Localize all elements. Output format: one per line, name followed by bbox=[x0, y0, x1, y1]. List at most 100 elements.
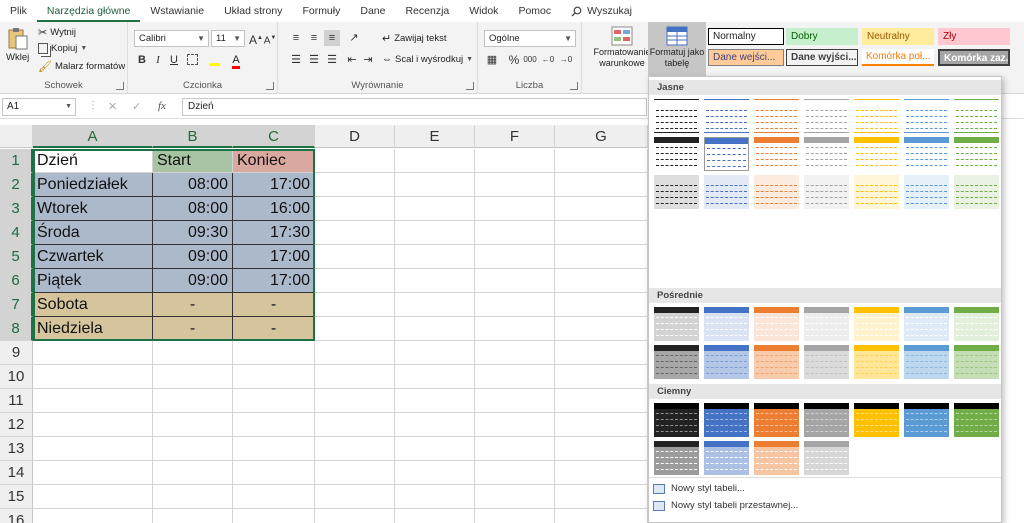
align-right-icon[interactable]: ☰ bbox=[324, 52, 340, 68]
increase-decimal-icon[interactable]: ←0 bbox=[540, 52, 556, 68]
cell-d12[interactable] bbox=[315, 413, 395, 437]
cell-e11[interactable] bbox=[395, 389, 475, 413]
shrink-font-icon[interactable]: A▼ bbox=[262, 30, 278, 46]
cell-f1[interactable] bbox=[475, 149, 555, 173]
row-header-14[interactable]: 14 bbox=[0, 461, 33, 485]
row-header-1[interactable]: 1 bbox=[0, 149, 33, 173]
table-style-dark-7-1[interactable] bbox=[654, 441, 699, 475]
cell-c5[interactable]: 17:00 bbox=[233, 245, 315, 269]
increase-indent-icon[interactable]: ⇥ bbox=[360, 52, 376, 68]
cell-c8[interactable]: - bbox=[233, 317, 315, 341]
cell-e15[interactable] bbox=[395, 485, 475, 509]
cell-g8[interactable] bbox=[555, 317, 648, 341]
cell-g13[interactable] bbox=[555, 437, 648, 461]
cut-button[interactable]: ✂ Wytnij bbox=[38, 26, 76, 39]
table-style-dark-6-7[interactable] bbox=[954, 403, 999, 437]
table-style-light-3-3[interactable] bbox=[754, 175, 799, 209]
cell-d10[interactable] bbox=[315, 365, 395, 389]
formula-input[interactable]: Dzień bbox=[182, 98, 647, 116]
row-header-13[interactable]: 13 bbox=[0, 437, 33, 461]
cell-a16[interactable] bbox=[33, 509, 153, 523]
table-style-light-1-1[interactable] bbox=[654, 99, 699, 133]
cell-d5[interactable] bbox=[315, 245, 395, 269]
cell-style-bad[interactable]: Zły bbox=[938, 28, 1010, 45]
name-box[interactable]: A1 ▼ bbox=[2, 98, 76, 116]
table-style-light-2-4[interactable] bbox=[804, 137, 849, 171]
cell-e7[interactable] bbox=[395, 293, 475, 317]
tab-page-layout[interactable]: Układ strony bbox=[214, 0, 292, 22]
table-style-dark-6-6[interactable] bbox=[904, 403, 949, 437]
cancel-icon[interactable]: ✕ bbox=[108, 100, 117, 113]
cell-f14[interactable] bbox=[475, 461, 555, 485]
insert-function-icon[interactable]: fx bbox=[158, 100, 166, 112]
column-header-d[interactable]: D bbox=[315, 125, 395, 148]
table-style-medium-5-4[interactable] bbox=[804, 345, 849, 379]
cell-f15[interactable] bbox=[475, 485, 555, 509]
cell-g4[interactable] bbox=[555, 221, 648, 245]
tab-view[interactable]: Widok bbox=[459, 0, 508, 22]
number-format-combo[interactable]: Ogólne ▼ bbox=[484, 30, 576, 47]
cell-c15[interactable] bbox=[233, 485, 315, 509]
cell-a7[interactable]: Sobota bbox=[33, 293, 153, 317]
search-box[interactable]: Wyszukaj bbox=[561, 5, 642, 17]
table-style-medium-4-1[interactable] bbox=[654, 307, 699, 341]
table-style-medium-4-2[interactable] bbox=[704, 307, 749, 341]
cell-d1[interactable] bbox=[315, 149, 395, 173]
cell-a11[interactable] bbox=[33, 389, 153, 413]
enter-icon[interactable]: ✓ bbox=[132, 100, 141, 113]
align-top-icon[interactable]: ≡ bbox=[288, 30, 304, 46]
cell-e16[interactable] bbox=[395, 509, 475, 523]
cell-style-neutral[interactable]: Neutralny bbox=[862, 28, 934, 45]
table-style-light-2-7[interactable] bbox=[954, 137, 999, 171]
cell-c4[interactable]: 17:30 bbox=[233, 221, 315, 245]
cell-b8[interactable]: - bbox=[153, 317, 233, 341]
cell-f5[interactable] bbox=[475, 245, 555, 269]
cell-e10[interactable] bbox=[395, 365, 475, 389]
cell-e5[interactable] bbox=[395, 245, 475, 269]
cell-e9[interactable] bbox=[395, 341, 475, 365]
cell-e1[interactable] bbox=[395, 149, 475, 173]
wrap-text-button[interactable]: ↵ Zawijaj tekst bbox=[382, 32, 446, 45]
align-bottom-icon[interactable]: ≡ bbox=[324, 30, 340, 46]
percent-button[interactable]: % bbox=[506, 52, 522, 68]
table-style-light-1-5[interactable] bbox=[854, 99, 899, 133]
number-launcher-icon[interactable] bbox=[570, 82, 578, 90]
cell-d3[interactable] bbox=[315, 197, 395, 221]
cell-a4[interactable]: Środa bbox=[33, 221, 153, 245]
table-style-light-3-6[interactable] bbox=[904, 175, 949, 209]
cell-c6[interactable]: 17:00 bbox=[233, 269, 315, 293]
row-header-12[interactable]: 12 bbox=[0, 413, 33, 437]
table-style-light-2-3[interactable] bbox=[754, 137, 799, 171]
cell-e14[interactable] bbox=[395, 461, 475, 485]
cell-b6[interactable]: 09:00 bbox=[153, 269, 233, 293]
decrease-indent-icon[interactable]: ⇤ bbox=[344, 52, 360, 68]
cell-f2[interactable] bbox=[475, 173, 555, 197]
cell-b7[interactable]: - bbox=[153, 293, 233, 317]
cell-b14[interactable] bbox=[153, 461, 233, 485]
tab-insert[interactable]: Wstawianie bbox=[140, 0, 214, 22]
cell-d11[interactable] bbox=[315, 389, 395, 413]
cell-a10[interactable] bbox=[33, 365, 153, 389]
table-style-light-1-3[interactable] bbox=[754, 99, 799, 133]
cell-g5[interactable] bbox=[555, 245, 648, 269]
table-style-medium-4-4[interactable] bbox=[804, 307, 849, 341]
row-header-15[interactable]: 15 bbox=[0, 485, 33, 509]
cell-b4[interactable]: 09:30 bbox=[153, 221, 233, 245]
cell-e3[interactable] bbox=[395, 197, 475, 221]
font-size-combo[interactable]: 11 ▼ bbox=[211, 30, 245, 47]
column-header-b[interactable]: B bbox=[153, 125, 233, 148]
currency-icon[interactable]: ▦ bbox=[484, 52, 500, 68]
cell-style-normal[interactable]: Normalny bbox=[708, 28, 784, 45]
cell-f11[interactable] bbox=[475, 389, 555, 413]
cell-style-linked[interactable]: Komórka poł... bbox=[862, 49, 934, 66]
cell-d16[interactable] bbox=[315, 509, 395, 523]
cell-a12[interactable] bbox=[33, 413, 153, 437]
row-header-9[interactable]: 9 bbox=[0, 341, 33, 365]
cell-a14[interactable] bbox=[33, 461, 153, 485]
cell-g16[interactable] bbox=[555, 509, 648, 523]
cell-e6[interactable] bbox=[395, 269, 475, 293]
italic-button[interactable]: I bbox=[150, 52, 166, 68]
cell-b1[interactable]: Start bbox=[153, 149, 233, 173]
table-style-dark-7-4[interactable] bbox=[804, 441, 849, 475]
cell-c1[interactable]: Koniec bbox=[233, 149, 315, 173]
